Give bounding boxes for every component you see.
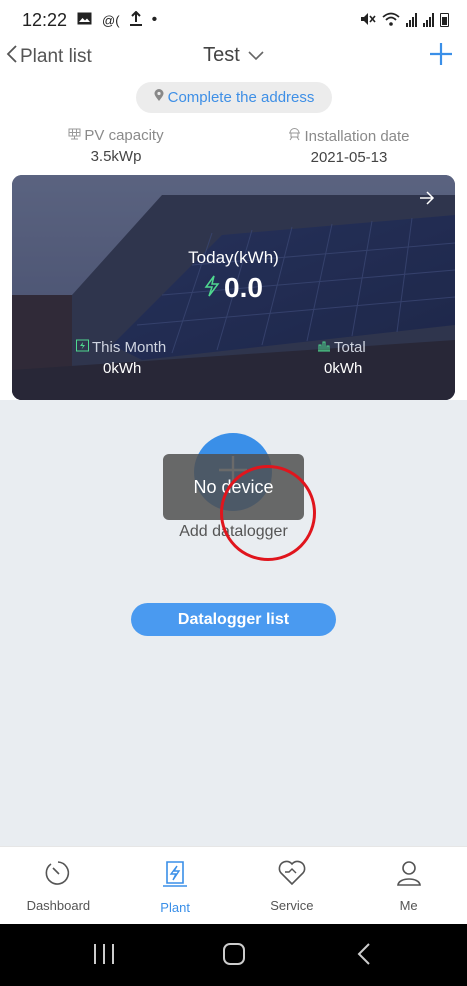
calendar-icon — [76, 339, 89, 356]
nav-service-label: Service — [270, 898, 314, 913]
bolt-icon — [204, 272, 220, 304]
status-left-icons: @( • — [77, 10, 158, 29]
datalogger-list-button[interactable]: Datalogger list — [131, 603, 336, 636]
status-bar: 12:22 @( • — [0, 0, 467, 40]
installation-date-label: Installation date — [304, 127, 410, 145]
installation-date-value: 2021-05-13 — [310, 149, 388, 166]
dashboard-icon — [44, 859, 72, 890]
plant-icon — [161, 859, 189, 892]
installer-icon — [288, 127, 301, 145]
at-icon: @( — [102, 12, 120, 28]
installation-date: Installation date 2021-05-13 — [259, 127, 439, 166]
energy-summary-card[interactable]: Today(kWh) 0.0 This Month 0kWh Total 0kW… — [12, 175, 455, 400]
total-value: 0kWh — [324, 360, 363, 377]
status-right-icons — [360, 12, 449, 29]
upload-icon — [129, 10, 142, 29]
home-icon — [222, 943, 246, 970]
battery-icon — [440, 13, 449, 27]
nav-me[interactable]: Me — [350, 847, 467, 924]
pv-capacity: PV capacity 3.5kWp — [26, 127, 206, 165]
today-label: Today(kWh) — [188, 248, 279, 267]
mute-icon — [360, 12, 376, 29]
total-label-group: Total — [317, 339, 366, 356]
signal-icon — [406, 13, 417, 27]
solar-panel-icon — [68, 127, 81, 144]
wifi-icon — [382, 12, 400, 29]
user-icon — [396, 859, 422, 890]
nav-service[interactable]: Service — [234, 847, 351, 924]
add-plant-button[interactable] — [429, 42, 453, 71]
header: Plant list Test — [0, 40, 467, 74]
status-time: 12:22 — [22, 9, 68, 30]
nav-me-label: Me — [399, 898, 418, 913]
pv-capacity-value: 3.5kWp — [90, 148, 142, 165]
nav-dashboard[interactable]: Dashboard — [0, 847, 117, 924]
nav-plant-label: Plant — [160, 900, 190, 915]
bottom-nav: Dashboard Plant Service Me — [0, 846, 467, 924]
chevron-down-icon — [248, 44, 264, 67]
today-value: 0.0 — [224, 272, 263, 303]
location-pin-icon — [154, 89, 164, 106]
signal-icon — [423, 13, 434, 27]
recent-apps-button[interactable] — [92, 942, 116, 971]
pv-capacity-label: PV capacity — [84, 127, 164, 144]
this-month-label: This Month — [92, 339, 167, 356]
service-icon — [277, 859, 307, 890]
plus-icon — [429, 43, 453, 70]
annotation-circle — [220, 465, 316, 561]
home-button[interactable] — [222, 942, 246, 971]
dot-icon: • — [151, 11, 158, 28]
this-month-value: 0kWh — [103, 360, 142, 377]
nav-plant[interactable]: Plant — [117, 847, 234, 924]
this-month-label-group: This Month — [76, 339, 166, 356]
total-label: Total — [334, 339, 366, 356]
recent-apps-icon — [92, 944, 116, 970]
plant-selector[interactable]: Test — [0, 44, 467, 67]
today-energy: 0.0 — [12, 272, 455, 304]
back-arrow-icon — [356, 943, 372, 970]
bar-chart-icon — [317, 339, 331, 356]
back-nav-button[interactable] — [356, 942, 372, 971]
complete-address-button[interactable]: Complete the address — [136, 82, 332, 113]
image-icon — [77, 12, 92, 28]
card-arrow-icon[interactable] — [419, 191, 435, 210]
complete-address-label: Complete the address — [167, 89, 315, 106]
system-nav-bar — [0, 924, 467, 986]
nav-dashboard-label: Dashboard — [26, 898, 91, 913]
page-title: Test — [203, 44, 240, 66]
